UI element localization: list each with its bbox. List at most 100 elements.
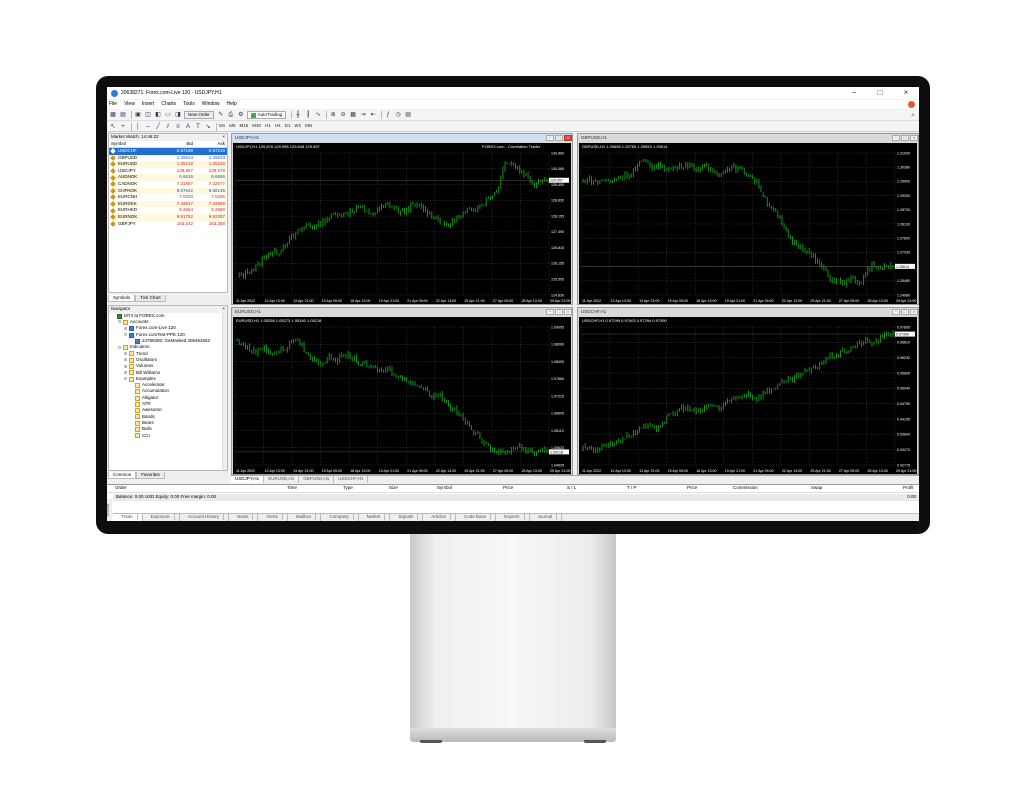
navigator-scrollbar[interactable] (222, 313, 227, 470)
fibonacci-icon[interactable]: ≡ (174, 123, 182, 131)
market-watch-row[interactable]: EURUSD 1.05218 1.05226 (109, 161, 227, 168)
terminal-tab[interactable]: Trade (113, 513, 143, 521)
maximize-icon[interactable]: □ (901, 135, 909, 141)
close-icon[interactable]: × (564, 309, 572, 315)
terminal-tab[interactable]: Mailbox (288, 513, 322, 521)
tree-toggle-icon[interactable]: ⊞ (123, 364, 128, 369)
timeframe-w1[interactable]: W1 (294, 124, 301, 129)
column-header[interactable]: Swap (811, 486, 822, 491)
timeframe-d1[interactable]: D1 (285, 124, 291, 129)
minimize-icon[interactable]: − (546, 135, 554, 141)
one-click-label[interactable]: FOREX.com - Correlation Trader (482, 145, 540, 149)
close-icon[interactable]: × (222, 307, 225, 312)
tab-favorites[interactable]: Favorites (136, 472, 165, 479)
market-watch-row[interactable]: EURDKK 7.43917 7.43959 (109, 200, 227, 208)
column-header[interactable]: Price (687, 486, 697, 491)
cursor-icon[interactable]: ↖ (109, 123, 117, 131)
profiles-icon[interactable]: ▤ (119, 111, 127, 119)
market-watch-row[interactable]: GBPUSD 1.25614 1.25633 (109, 155, 227, 162)
zoom-in-icon[interactable]: ⊕ (329, 111, 337, 119)
tab-symbols[interactable]: Symbols (108, 295, 136, 302)
column-symbol[interactable]: Symbol (111, 141, 155, 147)
terminal-tab[interactable]: Alerts (258, 513, 288, 521)
menu-file[interactable]: File (109, 102, 117, 107)
terminal-tab[interactable]: Experts (496, 513, 530, 521)
terminal-tab[interactable]: Exposure (143, 513, 180, 521)
periods-icon[interactable]: ◷ (394, 111, 402, 119)
market-watch-row[interactable]: USDCHF 0.97199 0.97219 (109, 148, 227, 155)
tab-common[interactable]: Common (108, 472, 137, 479)
channel-icon[interactable]: ⫽ (164, 123, 172, 131)
indicators-icon[interactable]: ƒ (384, 111, 392, 119)
timeframe-h1[interactable]: H1 (265, 124, 271, 129)
price-chart[interactable]: 130.890 130.065 129.490 128.830 128.155 127.4… (233, 143, 571, 304)
close-icon[interactable]: × (910, 135, 918, 141)
terminal-tab[interactable]: Code Base (456, 513, 497, 521)
tree-toggle-icon[interactable]: ⊞ (123, 351, 128, 356)
arrows-icon[interactable]: ↘ (204, 123, 212, 131)
column-header[interactable]: Type (343, 486, 353, 491)
options-icon[interactable]: ⚙ (237, 111, 245, 119)
tree-toggle-icon[interactable]: ⊟ (123, 377, 128, 381)
print-icon[interactable]: ⎙ (227, 111, 235, 119)
price-chart[interactable]: 0.97695 0.96810 0.96232 0.95605 0.95040 0.947… (579, 317, 917, 474)
menu-window[interactable]: Window (202, 102, 220, 107)
column-bid[interactable]: Bid (155, 141, 193, 147)
minimize-icon[interactable]: − (841, 89, 867, 97)
minimize-icon[interactable]: − (892, 135, 900, 141)
market-watch-row[interactable]: AUDNOK 6.6616 6.6656 (109, 174, 227, 181)
market-watch-row[interactable]: USDJPY 129.957 129.979 (109, 168, 227, 175)
terminal-tab[interactable]: News (229, 513, 259, 521)
chart-tab-usdchf[interactable]: USDCHF,H1 (334, 476, 369, 483)
market-watch-row[interactable]: EURHKD 8.2564 8.2580 (109, 207, 227, 214)
menu-tools[interactable]: Tools (183, 102, 195, 107)
crosshair-icon[interactable]: + (119, 123, 127, 131)
close-icon[interactable]: × (564, 135, 572, 141)
zoom-out-icon[interactable]: ⊖ (339, 111, 347, 119)
market-watch-row[interactable]: CHFNOK 9.67642 9.68135 (109, 187, 227, 195)
menu-charts[interactable]: Charts (161, 102, 176, 107)
close-icon[interactable]: × (222, 135, 225, 140)
trendline-icon[interactable]: ╱ (154, 123, 162, 131)
chart-tab-gbpusd[interactable]: GBPUSD,H1 (299, 476, 335, 483)
terminal-tab[interactable]: Account History (180, 513, 230, 521)
timeframe-h4[interactable]: H4 (275, 124, 281, 129)
column-header[interactable]: Symbol (437, 486, 452, 491)
timeframe-m1[interactable]: M1 (219, 124, 225, 129)
chart-window[interactable]: EURUSD,H1 − □ × 1.09095 1.08060 1.08005 1.07660… (231, 307, 573, 475)
tile-windows-icon[interactable]: ▦ (349, 111, 357, 119)
tree-toggle-icon[interactable]: ⊟ (123, 333, 128, 337)
column-header[interactable]: S / L (567, 486, 576, 491)
timeframe-m15[interactable]: M15 (240, 124, 249, 129)
minimize-icon[interactable]: − (546, 309, 554, 315)
column-header[interactable]: Size (389, 486, 398, 491)
bar-chart-icon[interactable]: ╫ (294, 111, 302, 119)
menu-help[interactable]: Help (227, 102, 237, 107)
market-watch-row[interactable]: GBPJPY 163.242 163.288 (109, 220, 227, 228)
terminal-tab[interactable]: Articles (423, 513, 456, 521)
menu-view[interactable]: View (124, 102, 135, 107)
new-chart-icon[interactable]: ▦ (109, 111, 117, 119)
column-header[interactable]: T / P (627, 486, 636, 491)
terminal-tab[interactable]: Journal (530, 513, 563, 521)
column-header[interactable]: Commission (733, 486, 758, 491)
notification-icon[interactable] (908, 101, 915, 108)
minimize-icon[interactable]: − (892, 309, 900, 315)
text-icon[interactable]: A (184, 123, 192, 131)
meta-editor-icon[interactable]: ✎ (217, 111, 225, 119)
vertical-line-icon[interactable]: │ (134, 123, 142, 131)
chart-window[interactable]: USDCHF,H1 − □ × 0.97695 0.96810 0.96232 0.95605… (577, 307, 919, 475)
horizontal-line-icon[interactable]: ─ (144, 123, 152, 131)
templates-icon[interactable]: ▤ (404, 111, 412, 119)
tab-tick-chart[interactable]: Tick Chart (135, 295, 166, 302)
chart-window[interactable]: USDJPY,H1 − □ × 130.890 130.065 129.490 128.830… (231, 133, 573, 305)
auto-scroll-icon[interactable]: ⇥ (359, 111, 367, 119)
terminal-icon[interactable]: ▭ (164, 111, 172, 119)
timeframe-mn[interactable]: MN (305, 124, 312, 129)
autotrading-button[interactable]: AutoTrading (246, 111, 287, 119)
market-watch-row[interactable]: EURCNH 7.0220 7.0256 (109, 194, 227, 201)
column-header[interactable]: Time (287, 486, 297, 491)
chart-tab-usdjpy[interactable]: USDJPY,H1 (231, 476, 265, 483)
market-watch-row[interactable]: EURNOK 9.91752 9.92287 (109, 213, 227, 221)
price-chart[interactable]: 1.31000 1.30380 1.29900 1.29250 1.28730 1.281… (579, 143, 917, 304)
